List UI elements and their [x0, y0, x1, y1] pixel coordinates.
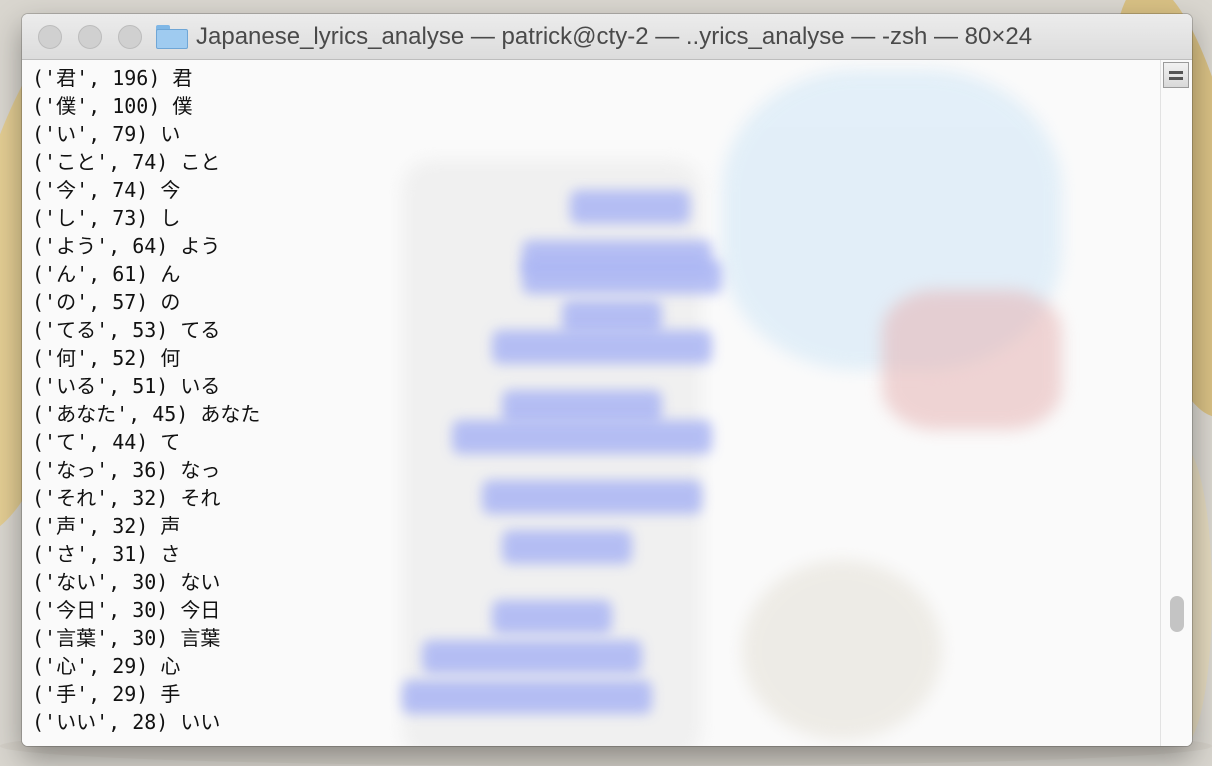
- terminal-window: Japanese_lyrics_analyse — patrick@cty-2 …: [22, 14, 1192, 746]
- terminal-line: ('今', 74) 今: [32, 178, 181, 202]
- background-blurred-text: [522, 260, 722, 294]
- background-blurred-text: [492, 330, 712, 364]
- close-button[interactable]: [38, 25, 62, 49]
- background-art-blob: [742, 560, 942, 740]
- zoom-button[interactable]: [118, 25, 142, 49]
- background-blurred-text: [482, 480, 702, 514]
- terminal-line: ('声', 32) 声: [32, 514, 181, 538]
- background-blurred-text: [402, 680, 652, 714]
- minimize-button[interactable]: [78, 25, 102, 49]
- terminal-line: ('の', 57) の: [32, 290, 181, 314]
- terminal-line: ('あなた', 45) あなた: [32, 402, 261, 426]
- terminal-line: ('いい', 28) いい: [32, 710, 221, 734]
- terminal-line: ('て', 44) て: [32, 430, 181, 454]
- terminal-line: ('何', 52) 何: [32, 346, 181, 370]
- terminal-line: ('それ', 32) それ: [32, 486, 221, 510]
- terminal-line: ('ん', 61) ん: [32, 262, 181, 286]
- terminal-line: ('さ', 31) さ: [32, 542, 181, 566]
- scrollbar-thumb[interactable]: [1170, 596, 1184, 632]
- terminal-line: ('今日', 30) 今日: [32, 598, 221, 622]
- terminal-line: ('ない', 30) ない: [32, 570, 221, 594]
- window-title-area: Japanese_lyrics_analyse — patrick@cty-2 …: [156, 14, 1176, 60]
- terminal-line: ('い', 79) い: [32, 122, 181, 146]
- terminal-output: ('君', 196) 君 ('僕', 100) 僕 ('い', 79) い ('…: [32, 64, 260, 736]
- background-blurred-text: [502, 530, 632, 564]
- terminal-line: ('てる', 53) てる: [32, 318, 221, 342]
- background-blurred-text: [492, 600, 612, 634]
- background-blurred-text: [502, 390, 662, 424]
- terminal-line: ('なっ', 36) なっ: [32, 458, 221, 482]
- vertical-scrollbar[interactable]: [1160, 60, 1192, 746]
- background-art-blob: [882, 290, 1062, 430]
- background-blurred-text: [422, 640, 642, 674]
- background-blurred-text: [452, 420, 712, 454]
- terminal-line: ('言葉', 30) 言葉: [32, 626, 221, 650]
- terminal-line: ('いる', 51) いる: [32, 374, 221, 398]
- terminal-line: ('手', 29) 手: [32, 682, 181, 706]
- terminal-line: ('よう', 64) よう: [32, 234, 221, 258]
- background-blurred-text: [562, 300, 662, 334]
- split-pane-button[interactable]: [1163, 62, 1189, 88]
- folder-icon[interactable]: [156, 25, 188, 49]
- terminal-content[interactable]: ('君', 196) 君 ('僕', 100) 僕 ('い', 79) い ('…: [22, 60, 1160, 746]
- terminal-line: ('こと', 74) こと: [32, 150, 221, 174]
- terminal-line: ('心', 29) 心: [32, 654, 181, 678]
- terminal-line: ('し', 73) し: [32, 206, 181, 230]
- terminal-line: ('君', 196) 君: [32, 66, 193, 90]
- terminal-line: ('僕', 100) 僕: [32, 94, 193, 118]
- background-blurred-text: [570, 190, 690, 224]
- window-titlebar[interactable]: Japanese_lyrics_analyse — patrick@cty-2 …: [22, 14, 1192, 60]
- window-title: Japanese_lyrics_analyse — patrick@cty-2 …: [196, 23, 1033, 50]
